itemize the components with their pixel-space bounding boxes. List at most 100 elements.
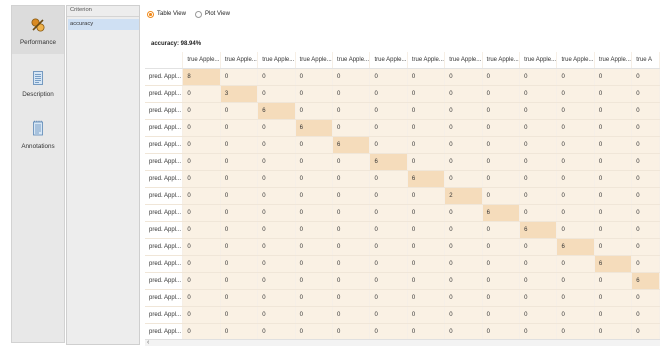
table-row: pred. Appl... 0 0 0 0 0 0 0 2 0 0 0 0 0 [145, 187, 660, 205]
matrix-cell: 0 [257, 221, 296, 239]
row-header[interactable]: pred. Appl... [145, 255, 184, 273]
matrix-cell: 0 [631, 289, 660, 307]
matrix-cell: 0 [220, 170, 259, 188]
table-view-radio[interactable] [147, 11, 154, 18]
column-header[interactable]: true Apple... [407, 52, 446, 69]
matrix-cell: 0 [182, 306, 221, 324]
matrix-header-row: true Apple... true Apple... true Apple... t… [145, 52, 660, 69]
matrix-cell-diagonal: 8 [182, 68, 221, 86]
sidebar-item-performance[interactable]: Performance [12, 6, 64, 54]
horizontal-scrollbar[interactable]: ‹ [145, 339, 660, 346]
matrix-cell: 0 [594, 221, 633, 239]
row-header[interactable]: pred. Appl... [145, 136, 184, 154]
matrix-cell: 0 [295, 306, 334, 324]
row-header[interactable]: pred. Appl... [145, 187, 184, 205]
matrix-cell: 0 [482, 153, 521, 171]
row-header[interactable]: pred. Appl... [145, 272, 184, 290]
row-header[interactable]: pred. Appl... [145, 204, 184, 222]
column-header[interactable]: true Apple... [332, 52, 371, 69]
matrix-cell-diagonal: 6 [482, 204, 521, 222]
matrix-cell: 0 [444, 204, 483, 222]
row-header[interactable]: pred. Appl... [145, 85, 184, 103]
row-header[interactable]: pred. Appl... [145, 306, 184, 324]
matrix-cell: 0 [407, 102, 446, 120]
column-header[interactable]: true Apple... [519, 52, 558, 69]
matrix-cell: 0 [482, 102, 521, 120]
matrix-cell: 0 [482, 221, 521, 239]
matrix-cell: 0 [631, 102, 660, 120]
column-header[interactable]: true Apple... [482, 52, 521, 69]
matrix-cell: 0 [257, 68, 296, 86]
matrix-cell: 0 [482, 85, 521, 103]
column-header[interactable]: true Apple... [444, 52, 483, 69]
row-header[interactable]: pred. Appl... [145, 221, 184, 239]
row-header[interactable]: pred. Appl... [145, 119, 184, 137]
matrix-cell: 0 [220, 221, 259, 239]
matrix-cell: 0 [482, 187, 521, 205]
sidebar-item-annotations[interactable]: Annotations [12, 110, 64, 158]
matrix-cell: 0 [556, 204, 595, 222]
matrix-cell: 0 [631, 119, 660, 137]
row-header[interactable]: pred. Appl... [145, 68, 184, 86]
table-row: pred. Appl... 0 0 0 0 0 0 0 0 0 0 0 0 0 [145, 289, 660, 307]
criterion-item-accuracy[interactable]: accuracy [68, 19, 139, 30]
matrix-cell: 0 [631, 153, 660, 171]
row-header[interactable]: pred. Appl... [145, 102, 184, 120]
matrix-cell: 0 [220, 187, 259, 205]
row-header[interactable]: pred. Appl... [145, 238, 184, 256]
table-view-label[interactable]: Table View [157, 10, 186, 19]
matrix-cell: 0 [444, 119, 483, 137]
column-header[interactable]: true A [631, 52, 660, 69]
column-header[interactable]: true Apple... [257, 52, 296, 69]
sidebar-item-label: Performance [19, 39, 57, 46]
row-header[interactable]: pred. Appl... [145, 323, 184, 339]
table-row: pred. Appl... 0 0 0 0 0 0 0 0 0 6 0 0 0 [145, 221, 660, 239]
matrix-cell: 0 [594, 153, 633, 171]
column-header[interactable]: true Apple... [295, 52, 334, 69]
matrix-cell: 0 [295, 204, 334, 222]
row-header[interactable]: pred. Appl... [145, 289, 184, 307]
matrix-cell: 0 [519, 204, 558, 222]
matrix-cell: 0 [519, 289, 558, 307]
divider [67, 16, 139, 17]
scroll-left-icon[interactable]: ‹ [147, 339, 149, 346]
main-panel: Table View Plot View accuracy: 98.94% tr… [142, 5, 660, 346]
column-header[interactable]: true Apple... [182, 52, 221, 69]
row-header[interactable]: pred. Appl... [145, 170, 184, 188]
matrix-cell: 0 [182, 153, 221, 171]
matrix-cell: 0 [556, 306, 595, 324]
matrix-cell: 0 [332, 153, 371, 171]
matrix-cell-diagonal: 6 [257, 102, 296, 120]
matrix-cell: 0 [295, 323, 334, 339]
matrix-cell: 0 [369, 85, 408, 103]
table-row: pred. Appl... 0 0 6 0 0 0 0 0 0 0 0 0 0 [145, 102, 660, 120]
matrix-cell: 0 [182, 323, 221, 339]
matrix-cell: 0 [295, 255, 334, 273]
matrix-cell: 0 [444, 255, 483, 273]
plot-view-label[interactable]: Plot View [205, 10, 230, 19]
row-header[interactable]: pred. Appl... [145, 153, 184, 171]
matrix-cell: 0 [631, 85, 660, 103]
matrix-cell: 0 [407, 153, 446, 171]
matrix-cell: 0 [332, 187, 371, 205]
matrix-cell: 0 [295, 221, 334, 239]
column-header[interactable]: true Apple... [220, 52, 259, 69]
matrix-cell: 0 [519, 153, 558, 171]
matrix-cell: 0 [631, 68, 660, 86]
sidebar-item-description[interactable]: Description [12, 58, 64, 106]
plot-view-radio[interactable] [195, 11, 202, 18]
matrix-cell: 0 [182, 119, 221, 137]
column-header[interactable]: true Apple... [556, 52, 595, 69]
confusion-matrix-table: true Apple... true Apple... true Apple... t… [145, 52, 660, 339]
matrix-cell: 0 [295, 289, 334, 307]
matrix-cell: 0 [594, 306, 633, 324]
matrix-cell-diagonal: 6 [556, 238, 595, 256]
matrix-cell: 0 [220, 323, 259, 339]
matrix-cell: 0 [519, 136, 558, 154]
matrix-cell: 0 [332, 221, 371, 239]
matrix-cell: 0 [556, 170, 595, 188]
matrix-cell: 0 [182, 187, 221, 205]
matrix-cell: 0 [220, 272, 259, 290]
column-header[interactable]: true Apple... [369, 52, 408, 69]
column-header[interactable]: true Apple... [594, 52, 633, 69]
